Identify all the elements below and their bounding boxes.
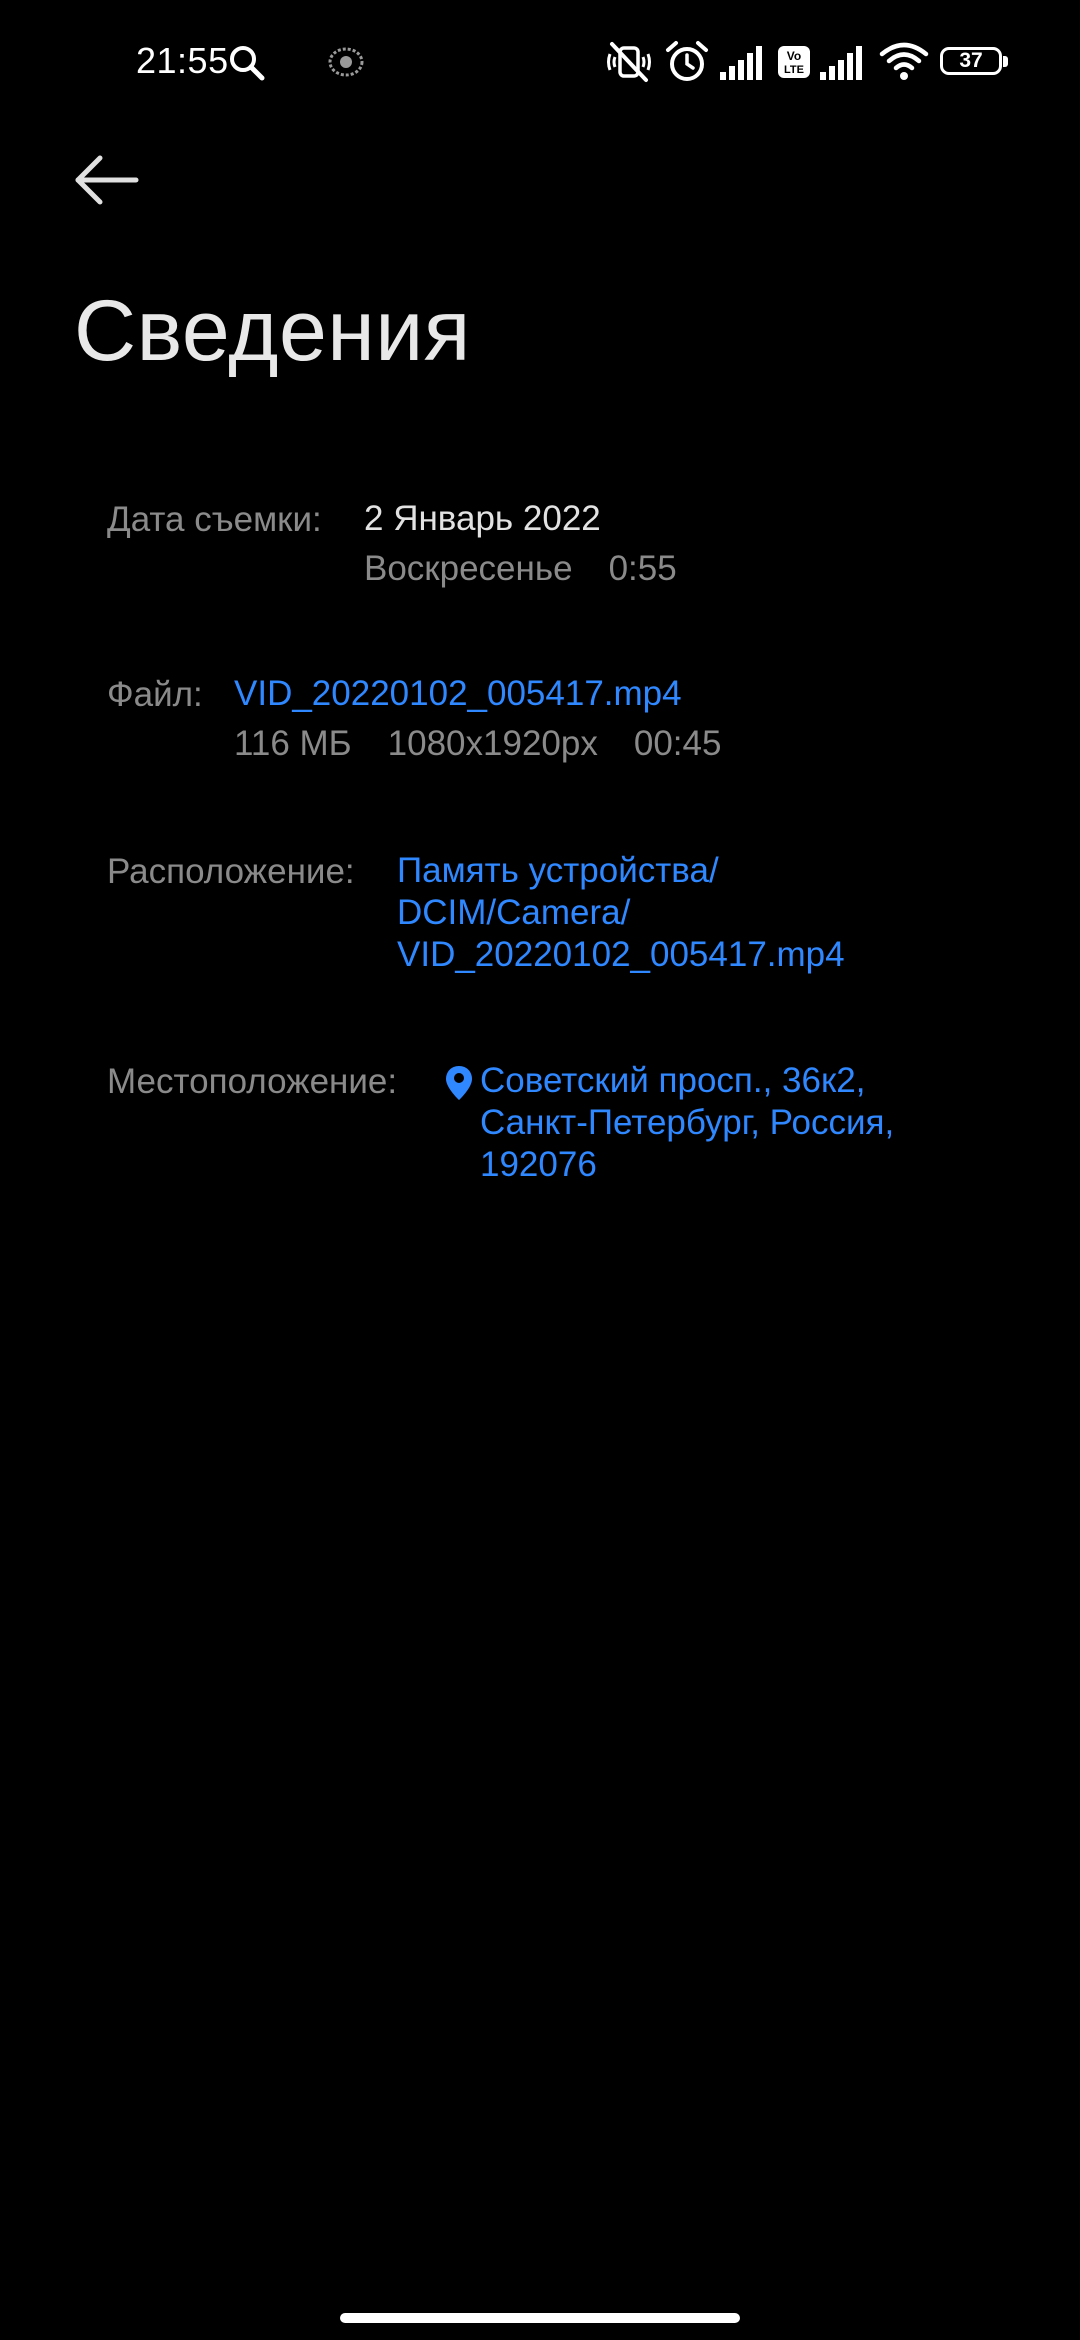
location-link[interactable]: Советский просп., 36к2, Санкт-Петербург,… — [480, 1060, 894, 1186]
file-size: 116 МБ — [234, 724, 352, 763]
battery-icon: 37 — [940, 47, 1010, 77]
capture-time: 0:55 — [608, 549, 677, 588]
location-line: 192076 — [480, 1145, 597, 1184]
signal-icon — [820, 46, 862, 80]
file-meta: 116 МБ 1080x1920px 00:45 — [234, 723, 757, 765]
status-bar: 21:55 Vo LTE 37 — [0, 0, 1080, 126]
path-line: VID_20220102_005417.mp4 — [397, 935, 845, 974]
back-button[interactable] — [70, 150, 146, 210]
file-label: Файл: — [107, 675, 203, 714]
file-resolution: 1080x1920px — [387, 724, 598, 763]
page-title: Сведения — [74, 283, 471, 379]
map-pin-icon — [446, 1066, 472, 1100]
location-label: Местоположение: — [107, 1062, 398, 1101]
file-name-link[interactable]: VID_20220102_005417.mp4 — [234, 673, 682, 715]
path-line: Память устройства/ — [397, 851, 719, 890]
alarm-icon — [666, 41, 708, 81]
capture-date-label: Дата съемки: — [107, 500, 322, 539]
capture-date-value: 2 Январь 2022 — [364, 499, 601, 538]
svg-text:LTE: LTE — [784, 64, 804, 76]
app-notification-icon — [328, 47, 364, 77]
capture-weekday: Воскресенье — [364, 549, 573, 588]
battery-level: 37 — [959, 49, 983, 72]
signal-icon — [720, 46, 762, 80]
arrow-left-icon — [75, 155, 139, 205]
path-line: DCIM/Camera/ — [397, 893, 631, 932]
path-label: Расположение: — [107, 852, 355, 891]
wifi-icon — [879, 42, 929, 80]
file-duration: 00:45 — [633, 724, 722, 763]
location-line: Санкт-Петербург, Россия, — [480, 1103, 895, 1142]
volte-icon: Vo LTE — [778, 46, 810, 78]
svg-text:Vo: Vo — [787, 49, 801, 63]
capture-date-details: Воскресенье 0:55 — [364, 548, 713, 590]
status-time: 21:55 — [136, 40, 229, 81]
search-icon — [230, 46, 265, 81]
mute-icon — [607, 42, 651, 82]
location-line: Советский просп., 36к2, — [480, 1061, 866, 1100]
path-link[interactable]: Память устройства/ DCIM/Camera/ VID_2022… — [397, 850, 845, 976]
home-indicator[interactable] — [340, 2313, 740, 2323]
battery-tip — [1003, 56, 1008, 67]
